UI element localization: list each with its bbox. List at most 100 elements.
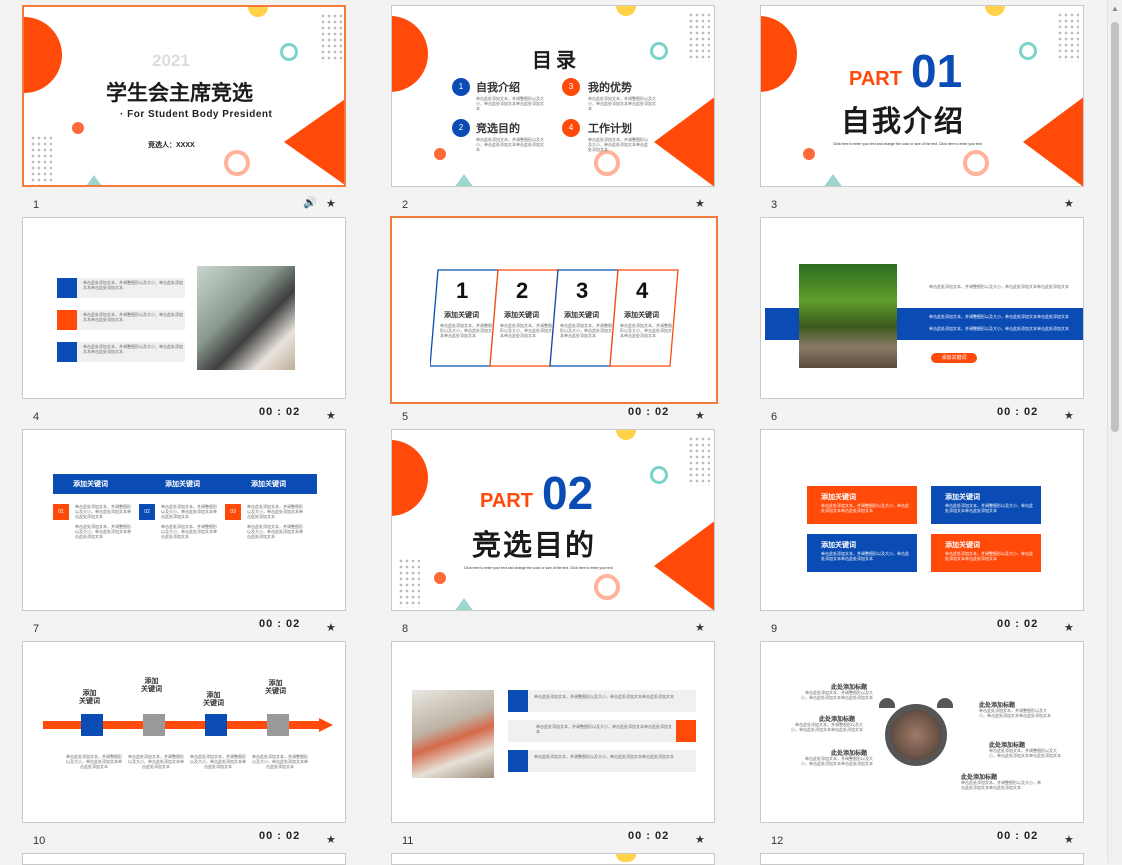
- star-icon[interactable]: ★: [326, 197, 336, 210]
- heading-text: 单击此处添加文本，并调整图形以及大小，单击此处添加文本单击此处添加文本: [801, 756, 873, 766]
- row-text: 单击此处添加文本，并调整图形以及大小，单击此处添加文本单击此处添加文本: [534, 694, 674, 699]
- mail-icon: [205, 714, 227, 736]
- slide-thumbnail-4[interactable]: 单击此处添加文本，并调整图形以及大小，单击此处添加文本单击此处添加文本 单击此处…: [22, 217, 346, 399]
- box-text: 单击此处添加文本，并调整图形以及大小，单击此处添加文本单击此处添加文本: [821, 551, 909, 561]
- slide-thumbnail-1[interactable]: 2021 学生会主席竞选 · For Student Body Presiden…: [22, 5, 346, 187]
- star-icon[interactable]: ★: [1064, 621, 1074, 634]
- slide-thumbnail-10[interactable]: 添加 关键词 添加 关键词 添加 关键词 添加 关键词 单击此处添加文本，并调整…: [22, 641, 346, 823]
- box-title: 添加关键词: [821, 542, 856, 549]
- slide-thumbnail-9[interactable]: 添加关键词 单击此处添加文本，并调整图形以及大小，单击此处添加文本单击此处添加文…: [760, 429, 1084, 611]
- body-text: 单击此处添加文本，并调整图形以及大小，单击此处添加文本单击此处添加文本: [929, 284, 1069, 289]
- slide-duration: 00 : 02: [997, 830, 1039, 842]
- column-text: 单击此处添加文本，并调整图形以及大小，单击此处添加文本单击此处添加文本: [247, 504, 303, 519]
- star-icon[interactable]: ★: [695, 197, 705, 210]
- agenda-label: 工作计划: [588, 123, 632, 135]
- slide-thumbnail-2[interactable]: 目录 1 自我介绍 单击此处添加文本，并调整图形以及大小，单击此处添加文本单击此…: [391, 5, 715, 187]
- slide-duration: 00 : 02: [259, 406, 301, 418]
- box-title: 添加关键词: [945, 542, 980, 549]
- box-text: 单击此处添加文本，并调整图形以及大小，单击此处添加文本单击此处添加文本: [821, 503, 909, 513]
- document-icon: [143, 714, 165, 736]
- heading-text: 单击此处添加文本，并调整图形以及大小，单击此处添加文本单击此处添加文本: [791, 722, 863, 732]
- slide-thumbnail-11[interactable]: 单击此处添加文本，并调整图形以及大小，单击此处添加文本单击此处添加文本 单击此处…: [391, 641, 715, 823]
- part-label: PART: [849, 68, 902, 90]
- orange-circle-decor: [24, 17, 62, 93]
- slide-number: 8: [402, 623, 409, 635]
- orange-circle-decor: [392, 440, 428, 516]
- slide-thumbnail-6[interactable]: 单击此处添加文本，并调整图形以及大小，单击此处添加文本单击此处添加文本 单击此处…: [760, 217, 1084, 399]
- heading-text: 单击此处添加文本，并调整图形以及大小，单击此处添加文本单击此处添加文本: [801, 690, 873, 700]
- star-icon[interactable]: ★: [326, 409, 336, 422]
- column-header: 添加关键词: [73, 481, 108, 488]
- star-icon[interactable]: ★: [1064, 409, 1074, 422]
- orange-triangle-decor: [284, 99, 344, 185]
- slide-thumbnail-5[interactable]: 1 添加关键词 单击此处添加文本，并调整图形以及大小，单击此处添加文本单击此处添…: [390, 216, 718, 404]
- slide-thumbnail-15[interactable]: [760, 853, 1084, 865]
- slide-thumbnail-12[interactable]: 此处添加标题 单击此处添加文本，并调整图形以及大小，单击此处添加文本单击此处添加…: [760, 641, 1084, 823]
- slide-number: 1: [33, 199, 40, 211]
- slide-number: 3: [771, 199, 778, 211]
- orange-triangle-decor: [654, 97, 714, 186]
- orange-dot-decor: [434, 148, 446, 160]
- dot-pattern-decor: [688, 436, 710, 486]
- star-icon[interactable]: ★: [1064, 833, 1074, 846]
- slide-number: 5: [402, 411, 409, 423]
- card-keyword: 添加关键词: [444, 312, 479, 319]
- box-text: 单击此处添加文本，并调整图形以及大小，单击此处添加文本单击此处添加文本: [945, 503, 1033, 513]
- agenda-desc: 单击此处添加文本，并调整图形以及大小，单击此处添加文本单击此处添加文本: [588, 96, 656, 111]
- yellow-semicircle-decor: [248, 7, 268, 17]
- slide-duration: 00 : 02: [628, 406, 670, 418]
- slide-duration: 00 : 02: [997, 406, 1039, 418]
- scroll-up-icon[interactable]: ▲: [1111, 4, 1119, 13]
- slide-thumbnail-7[interactable]: 添加关键词 添加关键词 添加关键词 01 单击此处添加文本，并调整图形以及大小，…: [22, 429, 346, 611]
- part-number: 01: [911, 45, 963, 97]
- orange-circle-decor: [392, 16, 428, 92]
- star-icon[interactable]: ★: [1064, 197, 1074, 210]
- pink-ring-decor: [594, 574, 620, 600]
- timeline-text: 单击此处添加文本，并调整图形以及大小，单击此处添加文本单击此处添加文本: [66, 754, 122, 769]
- slide-duration: 00 : 02: [259, 830, 301, 842]
- slide-caption: Click here to enter your text and change…: [464, 566, 613, 570]
- column-badge: 03: [225, 504, 241, 520]
- slide-sorter-grid: 2021 学生会主席竞选 · For Student Body Presiden…: [0, 0, 1108, 865]
- scrollbar-thumb[interactable]: [1111, 22, 1119, 432]
- slide-number: 10: [33, 835, 46, 847]
- yellow-semicircle-decor: [616, 854, 636, 862]
- agenda-label: 自我介绍: [476, 82, 520, 94]
- slide-subtitle: · For Student Body President: [120, 109, 273, 120]
- star-icon[interactable]: ★: [695, 621, 705, 634]
- part-label: PART: [480, 490, 533, 512]
- speaker-icon[interactable]: 🔊: [303, 196, 317, 209]
- pink-ring-decor: [594, 150, 620, 176]
- agenda-number: 1: [452, 78, 470, 96]
- star-icon[interactable]: ★: [695, 409, 705, 422]
- slide-thumbnail-3[interactable]: PART 01 自我介绍 Click here to enter your te…: [760, 5, 1084, 187]
- teal-ring-decor: [280, 43, 298, 61]
- box-title: 添加关键词: [945, 494, 980, 501]
- card-text: 单击此处添加文本，并调整图形以及大小，单击此处添加文本单击此处添加文本: [500, 323, 552, 338]
- pink-ring-decor: [963, 150, 989, 176]
- column-header: 添加关键词: [165, 481, 200, 488]
- laptop-photo: [197, 266, 295, 370]
- slide-thumbnail-14[interactable]: [391, 853, 715, 865]
- star-icon[interactable]: ★: [695, 833, 705, 846]
- doc-icon: [508, 690, 528, 712]
- heading-text: 单击此处添加文本，并调整图形以及大小，单击此处添加文本单击此处添加文本: [989, 748, 1061, 758]
- slide-thumbnail-8[interactable]: PART 02 竞选目的 Click here to enter your te…: [391, 429, 715, 611]
- year-text: 2021: [152, 51, 190, 70]
- timeline-label: 添加 关键词: [265, 680, 286, 695]
- star-icon[interactable]: ★: [326, 833, 336, 846]
- card-number: 4: [636, 278, 649, 303]
- agenda-desc: 单击此处添加文本，并调整图形以及大小，单击此处添加文本单击此处添加文本: [588, 137, 648, 152]
- card-number: 2: [516, 278, 529, 303]
- dot-pattern-decor: [688, 12, 710, 62]
- box-text: 单击此处添加文本，并调整图形以及大小，单击此处添加文本单击此处添加文本: [945, 551, 1033, 561]
- vertical-scrollbar[interactable]: ▲: [1107, 0, 1122, 863]
- band-text: 单击此处添加文本，并调整图形以及大小，单击此处添加文本单击此处添加文本: [929, 314, 1069, 319]
- timeline-text: 单击此处添加文本，并调整图形以及大小，单击此处添加文本单击此处添加文本: [190, 754, 246, 769]
- slide-number: 2: [402, 199, 409, 211]
- slide-caption: Click here to enter your text and change…: [833, 142, 982, 146]
- box-title: 添加关键词: [821, 494, 856, 501]
- star-icon[interactable]: ★: [326, 621, 336, 634]
- slide-thumbnail-13[interactable]: [22, 853, 346, 865]
- yellow-semicircle-decor: [616, 6, 636, 16]
